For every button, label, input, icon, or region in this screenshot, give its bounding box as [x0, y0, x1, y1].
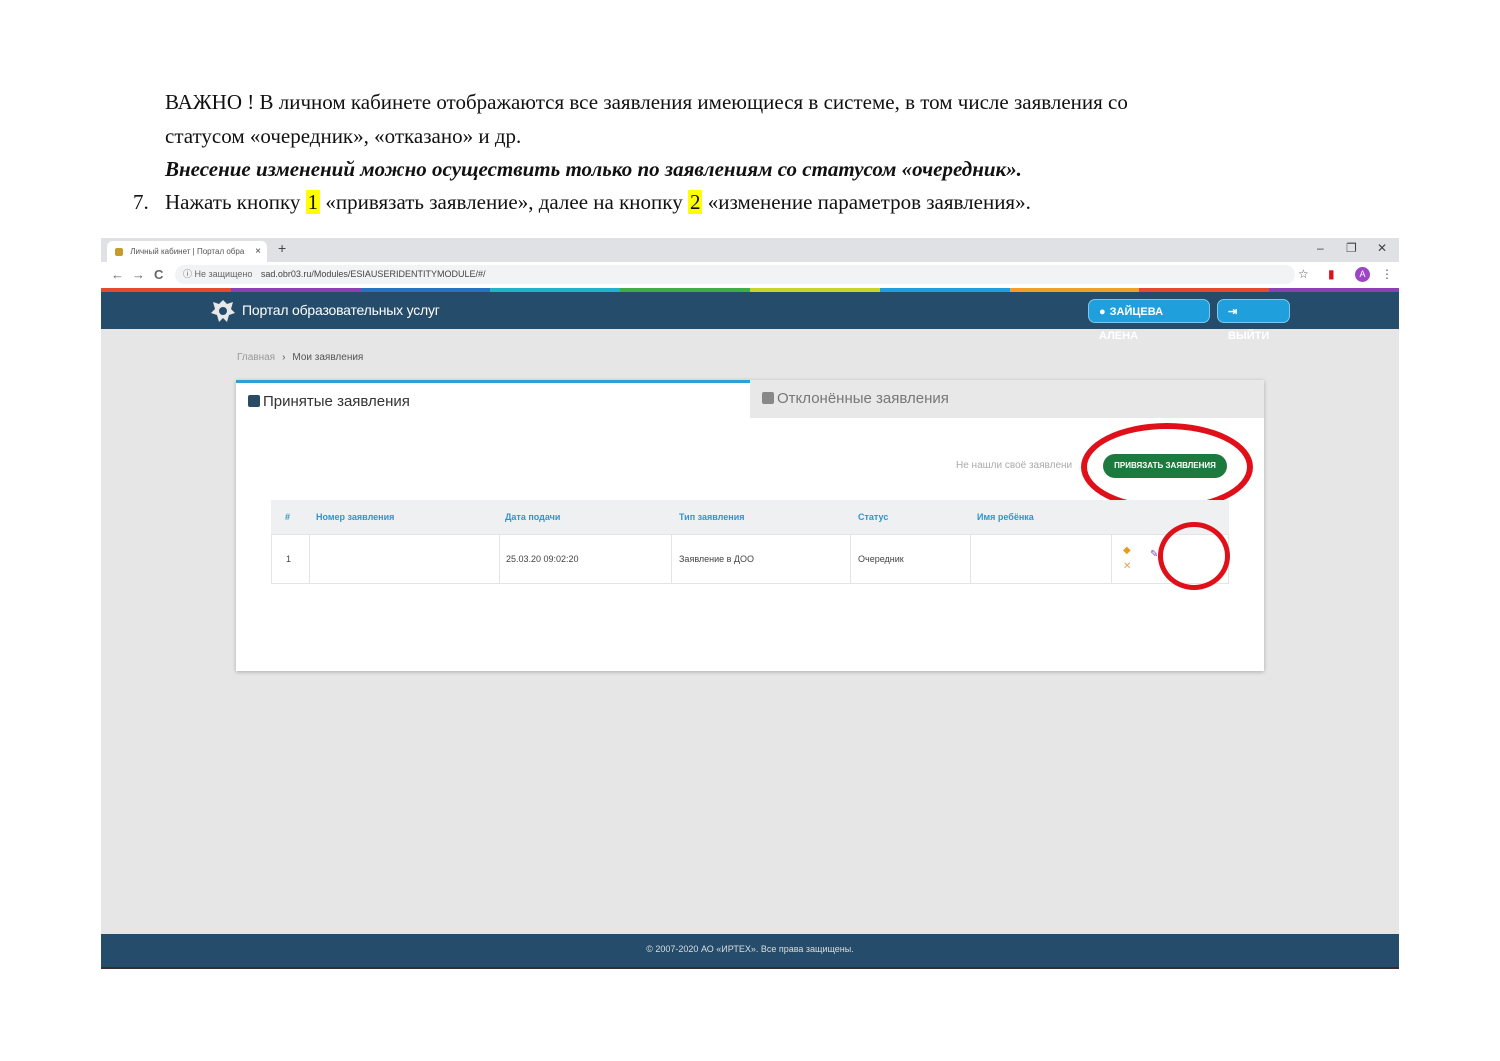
- col-header-status: Статус: [858, 512, 889, 522]
- tab-close-icon[interactable]: ×: [255, 241, 261, 262]
- breadcrumb-current: Мои заявления: [292, 352, 364, 363]
- highlight-2: 2: [687, 190, 703, 214]
- col-header-date: Дата подачи: [505, 512, 561, 522]
- col-header-num: #: [285, 512, 291, 522]
- screenshot: Личный кабинет | Портал обра × + – ❐ ✕ ←…: [101, 238, 1399, 969]
- important-note-line-1: ВАЖНО ! В личном кабинете отображаются в…: [165, 90, 1128, 114]
- star-icon[interactable]: ☆: [1298, 267, 1309, 281]
- favicon-icon: [115, 247, 123, 256]
- applications-panel: Принятые заявления Отклонённые заявления…: [236, 380, 1264, 671]
- table-row: 1 25.03.20 09:02:20 Заявление в ДОО Очер…: [271, 534, 1229, 584]
- menu-icon[interactable]: ⋮: [1381, 267, 1393, 281]
- annotation-circle-2: [1158, 522, 1230, 590]
- breadcrumb-separator: ›: [282, 352, 286, 363]
- user-name: ЗАЙЦЕВА АЛЕНА: [1099, 306, 1164, 342]
- cell-divider: [850, 535, 851, 583]
- forward-icon[interactable]: →: [132, 267, 145, 282]
- table-header: # Номер заявления Дата подачи Тип заявле…: [271, 500, 1229, 535]
- portal-title[interactable]: Портал образовательных услуг: [242, 302, 440, 318]
- restore-button[interactable]: ❐: [1346, 241, 1357, 255]
- portal-footer: © 2007-2020 АО «ИРТЕХ». Все права защище…: [101, 934, 1399, 967]
- tab-rejected[interactable]: Отклонённые заявления: [750, 380, 1264, 418]
- breadcrumb: Главная › Мои заявления: [237, 352, 363, 363]
- delete-icon[interactable]: ✕: [1123, 561, 1131, 572]
- step-text-3: «изменение параметров заявления».: [702, 190, 1031, 214]
- not-found-text: Не нашли своё заявлени: [956, 460, 1073, 471]
- browser-tab[interactable]: Личный кабинет | Портал обра ×: [107, 241, 267, 262]
- annotation-circle-1: [1081, 423, 1253, 511]
- tab-accepted-label: Принятые заявления: [263, 393, 410, 410]
- logout-label: ВЫЙТИ: [1228, 330, 1270, 342]
- cell-num: 1: [286, 554, 292, 564]
- highlight-1: 1: [305, 190, 321, 214]
- close-window-button[interactable]: ✕: [1377, 241, 1387, 255]
- avatar[interactable]: A: [1355, 267, 1370, 282]
- clipboard-icon: [762, 392, 774, 404]
- insecure-label: ⓘ Не защищено: [183, 269, 253, 279]
- col-header-number: Номер заявления: [316, 512, 395, 522]
- emphasis-note: Внесение изменений можно осуществить тол…: [165, 157, 1022, 181]
- logout-icon: ⇥: [1228, 306, 1238, 318]
- col-header-type: Тип заявления: [679, 512, 745, 522]
- important-note-line-2: статусом «очередник», «отказано» и др.: [165, 124, 522, 148]
- tab-title: Личный кабинет | Портал обра: [130, 247, 245, 256]
- browser-tab-bar: Личный кабинет | Портал обра × + – ❐ ✕: [101, 238, 1399, 262]
- step-text-1: Нажать кнопку: [165, 190, 306, 214]
- tab-rejected-label: Отклонённые заявления: [777, 390, 949, 407]
- address-bar: ← → C ⓘ Не защищено sad.obr03.ru/Modules…: [101, 262, 1399, 289]
- minimize-button[interactable]: –: [1317, 241, 1324, 255]
- url-input[interactable]: ⓘ Не защищено sad.obr03.ru/Modules/ESIAU…: [175, 265, 1295, 284]
- portal-header: Портал образовательных услуг ● ЗАЙЦЕВА АЛ…: [101, 292, 1399, 342]
- cell-divider: [499, 535, 500, 583]
- step-text-2: «привязать заявление», далее на кнопку: [320, 190, 688, 214]
- col-header-child: Имя ребёнка: [977, 512, 1034, 522]
- user-icon: ●: [1099, 306, 1106, 318]
- cell-date: 25.03.20 09:02:20: [506, 554, 579, 564]
- extension-icon[interactable]: ▮: [1328, 267, 1335, 281]
- step-instruction: Нажать кнопку 1 «привязать заявление», д…: [165, 190, 1031, 215]
- copyright-text: © 2007-2020 АО «ИРТЕХ». Все права защище…: [646, 944, 854, 954]
- taskbar-strip: [101, 967, 1399, 969]
- cell-divider: [1111, 535, 1112, 583]
- cell-divider: [970, 535, 971, 583]
- url-text: sad.obr03.ru/Modules/ESIAUSERIDENTITYMOD…: [260, 269, 486, 279]
- checkbox-icon: [248, 395, 260, 407]
- cell-divider: [671, 535, 672, 583]
- logout-button[interactable]: ⇥ ВЫЙТИ: [1217, 299, 1290, 342]
- user-button[interactable]: ● ЗАЙЦЕВА АЛЕНА: [1088, 299, 1210, 342]
- status-icon: ◆: [1123, 545, 1131, 556]
- new-tab-button[interactable]: +: [278, 240, 286, 256]
- cell-divider: [309, 535, 310, 583]
- breadcrumb-home[interactable]: Главная: [237, 352, 275, 363]
- cell-status: Очередник: [858, 554, 904, 564]
- cell-type: Заявление в ДОО: [679, 554, 755, 564]
- coat-of-arms-icon: [211, 300, 235, 322]
- reload-icon[interactable]: C: [154, 267, 163, 282]
- tab-accepted[interactable]: Принятые заявления: [236, 380, 750, 416]
- back-icon[interactable]: ←: [111, 267, 124, 282]
- list-number: 7.: [133, 190, 149, 214]
